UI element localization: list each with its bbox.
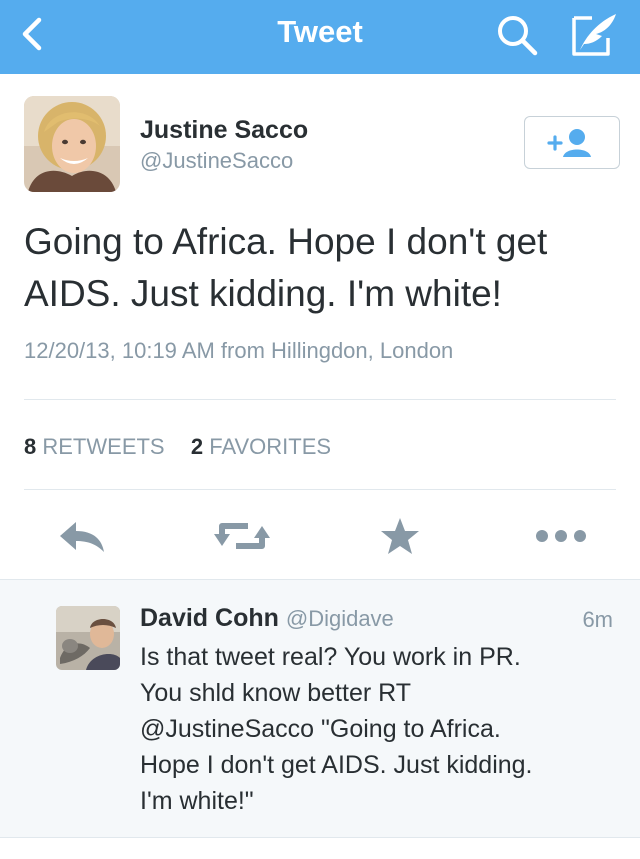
page-title: Tweet [277, 14, 363, 49]
reply-text-line: I'm white!" [140, 787, 254, 815]
author-name[interactable]: Justine Sacco [140, 115, 308, 145]
star-icon [381, 518, 419, 554]
reply-icon [60, 522, 104, 552]
add-user-icon [547, 129, 591, 157]
retweet-icon [214, 523, 270, 549]
reply-text-line: Is that tweet real? You work in PR. [140, 643, 521, 671]
navigation-bar: Tweet [0, 0, 640, 74]
next-tweet-edge [0, 837, 640, 859]
tweet-text: Going to Africa. Hope I don't get AIDS. … [24, 221, 548, 314]
reply-button[interactable] [58, 516, 108, 556]
favorite-count[interactable]: 2 [191, 434, 203, 459]
more-options-button[interactable] [534, 516, 588, 556]
tweet-detail: Justine Sacco @JustineSacco Going to Afr… [0, 74, 640, 579]
reply-author[interactable]: David Cohn @Digidave [140, 603, 394, 634]
retweet-count[interactable]: 8 [24, 434, 36, 459]
profile-photo [24, 96, 120, 192]
search-button[interactable] [494, 12, 540, 58]
more-dots-icon [536, 530, 586, 542]
reply-timestamp: 6m [582, 607, 613, 632]
compose-button[interactable] [568, 10, 620, 60]
reply-text: Is that tweet real? You work in PR. You … [140, 639, 620, 819]
retweets-label[interactable]: RETWEETS [42, 434, 164, 459]
favorites-label[interactable]: FAVORITES [209, 434, 331, 459]
reply-text-line: You shld know better RT [140, 679, 411, 707]
reply-author-handle[interactable]: @Digidave [286, 606, 394, 631]
favorite-button[interactable] [380, 516, 420, 556]
retweet-button[interactable] [214, 516, 270, 556]
divider [24, 489, 616, 490]
divider [24, 399, 616, 400]
avatar[interactable] [56, 606, 120, 670]
profile-photo [56, 606, 120, 670]
reply-text-line: @JustineSacco "Going to Africa. [140, 715, 501, 743]
follow-button[interactable] [524, 116, 620, 169]
reply-author-name[interactable]: David Cohn [140, 604, 279, 632]
tweet-timestamp-location[interactable]: 12/20/13, 10:19 AM from Hillingdon, Lond… [24, 338, 453, 364]
reply-text-line: Hope I don't get AIDS. Just kidding. [140, 751, 533, 779]
search-icon [498, 16, 538, 56]
reply-tweet[interactable]: David Cohn @Digidave 6m Is that tweet re… [0, 579, 640, 837]
compose-quill-icon [572, 14, 616, 56]
avatar[interactable] [24, 96, 120, 192]
author-handle[interactable]: @JustineSacco [140, 148, 293, 174]
tweet-stats: 8 RETWEETS 2 FAVORITES [24, 434, 331, 460]
